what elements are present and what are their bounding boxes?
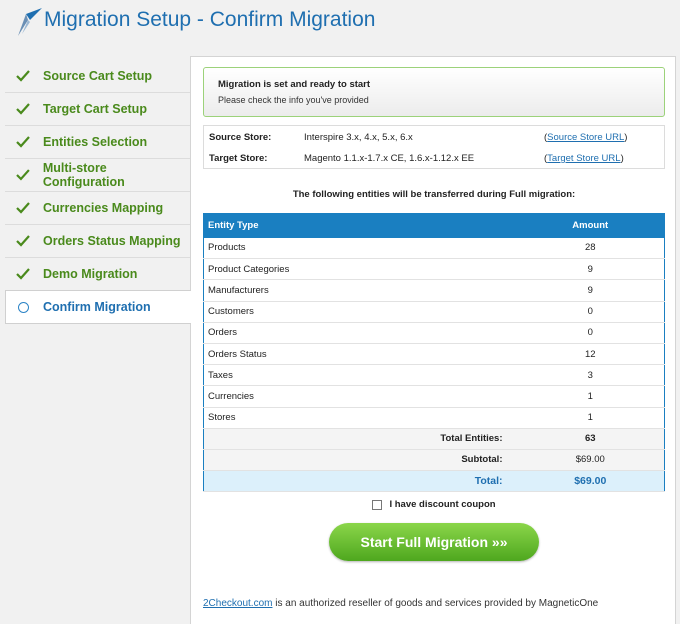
amount-cell: 0 <box>516 322 665 344</box>
footer-text: is an authorized reseller of goods and s… <box>275 598 599 609</box>
table-header-row: Entity Type Amount <box>203 213 665 238</box>
ready-notice: Migration is set and ready to start Plea… <box>203 67 665 117</box>
table-row: Currencies 1 <box>203 385 665 408</box>
sidebar-item-label: Multi-store Configuration <box>42 161 125 189</box>
sidebar-item-label: Source Cart Setup <box>43 69 153 83</box>
table-row: Stores 1 <box>203 407 665 429</box>
discount-coupon-checkbox[interactable] <box>372 499 383 510</box>
column-header-entity-type: Entity Type <box>203 213 517 238</box>
check-icon <box>16 169 30 181</box>
entity-type-cell: Manufacturers <box>203 279 517 302</box>
sidebar-item-source-cart-setup[interactable]: Source Cart Setup <box>5 60 191 93</box>
check-icon <box>16 235 30 247</box>
sidebar-item-entities-selection[interactable]: Entities Selection <box>5 126 191 159</box>
column-header-amount: Amount <box>516 213 665 238</box>
discount-coupon-option: I have discount coupon <box>191 499 677 510</box>
source-store-url-link[interactable]: Source Store URL <box>547 132 624 143</box>
sidebar-item-label: Demo Migration <box>43 267 138 281</box>
amount-cell: 1 <box>516 407 665 429</box>
amount-cell: 0 <box>516 301 665 323</box>
page-title: Migration Setup - Confirm Migration <box>44 8 376 31</box>
subtotal-label: Subtotal: <box>203 449 517 472</box>
entity-type-cell: Orders Status <box>203 343 517 366</box>
sidebar-item-label: Orders Status Mapping <box>43 234 181 248</box>
sidebar-item-label: Confirm Migration <box>43 300 151 314</box>
circle-icon <box>18 301 29 313</box>
target-store-url-link[interactable]: Target Store URL <box>547 153 620 164</box>
source-store-value: Interspire 3.x, 4.x, 5.x, 6.x <box>304 132 413 143</box>
entities-intro: The following entities will be transferr… <box>292 189 576 200</box>
total-entities-value: 63 <box>516 428 665 450</box>
entities-table: Entity Type Amount Products 28 Product Ca… <box>203 213 665 493</box>
check-icon <box>16 136 30 148</box>
sidebar-item-currencies-mapping[interactable]: Currencies Mapping <box>5 192 191 225</box>
sidebar-item-confirm-migration[interactable]: Confirm Migration <box>5 290 191 324</box>
main-panel: Migration is set and ready to start Plea… <box>190 56 676 624</box>
sidebar-item-multi-store-configuration[interactable]: Multi-store Configuration <box>5 159 191 192</box>
total-value: $69.00 <box>516 470 665 493</box>
store-info: Source Store: Interspire 3.x, 4.x, 5.x, … <box>203 125 665 169</box>
entity-type-cell: Products <box>203 237 517 260</box>
subtotal-value: $69.00 <box>516 449 665 472</box>
sidebar-item-orders-status-mapping[interactable]: Orders Status Mapping <box>5 225 191 258</box>
total-entities-label: Total Entities: <box>203 428 517 450</box>
amount-cell: 9 <box>516 258 665 281</box>
table-row: Manufacturers 9 <box>203 279 665 302</box>
sidebar-item-label: Currencies Mapping <box>43 201 164 215</box>
target-store-row: Target Store: Magento 1.1.x-1.7.x CE, 1.… <box>204 147 664 168</box>
total-entities-row: Total Entities: 63 <box>203 428 665 450</box>
sidebar-item-demo-migration[interactable]: Demo Migration <box>5 258 191 291</box>
notice-subtitle: Please check the info you've provided <box>218 95 369 105</box>
entity-type-cell: Stores <box>203 407 517 429</box>
sidebar-item-label: Target Cart Setup <box>43 102 147 116</box>
total-label: Total: <box>203 470 517 493</box>
check-icon <box>16 202 30 214</box>
table-row: Taxes 3 <box>203 364 665 387</box>
sidebar-item-target-cart-setup[interactable]: Target Cart Setup <box>5 93 191 126</box>
sidebar: Source Cart Setup Target Cart Setup Enti… <box>5 60 191 324</box>
amount-cell: 1 <box>516 385 665 408</box>
total-row: Total: $69.00 <box>203 470 665 493</box>
footer-note: 2Checkout.com is an authorized reseller … <box>203 598 598 609</box>
check-icon <box>16 103 30 115</box>
entity-type-cell: Orders <box>203 322 517 344</box>
source-store-label: Source Store: <box>209 132 272 143</box>
sidebar-item-label: Entities Selection <box>43 135 148 149</box>
table-row: Products 28 <box>203 237 665 260</box>
target-store-label: Target Store: <box>209 153 268 164</box>
amount-cell: 12 <box>516 343 665 366</box>
table-row: Orders 0 <box>203 322 665 344</box>
logo-icon <box>18 8 42 36</box>
entity-type-cell: Currencies <box>203 385 517 408</box>
entity-type-cell: Customers <box>203 301 517 323</box>
subtotal-row: Subtotal: $69.00 <box>203 449 665 472</box>
check-icon <box>16 268 30 280</box>
amount-cell: 28 <box>516 237 665 260</box>
entity-type-cell: Product Categories <box>203 258 517 281</box>
notice-title: Migration is set and ready to start <box>218 79 371 90</box>
source-store-row: Source Store: Interspire 3.x, 4.x, 5.x, … <box>204 126 664 147</box>
table-row: Customers 0 <box>203 301 665 323</box>
target-store-link-wrapper: (Target Store URL) <box>544 153 624 164</box>
target-store-value: Magento 1.1.x-1.7.x CE, 1.6.x-1.12.x EE <box>304 153 475 164</box>
entity-type-cell: Taxes <box>203 364 517 387</box>
amount-cell: 3 <box>516 364 665 387</box>
table-row: Product Categories 9 <box>203 258 665 281</box>
2checkout-link[interactable]: 2Checkout.com <box>203 598 272 609</box>
amount-cell: 9 <box>516 279 665 302</box>
start-full-migration-button[interactable]: Start Full Migration »» <box>329 523 539 561</box>
table-row: Orders Status 12 <box>203 343 665 366</box>
discount-coupon-label[interactable]: I have discount coupon <box>389 499 495 510</box>
check-icon <box>16 70 30 82</box>
source-store-link-wrapper: (Source Store URL) <box>544 132 628 143</box>
page-header: Migration Setup - Confirm Migration <box>0 0 680 50</box>
